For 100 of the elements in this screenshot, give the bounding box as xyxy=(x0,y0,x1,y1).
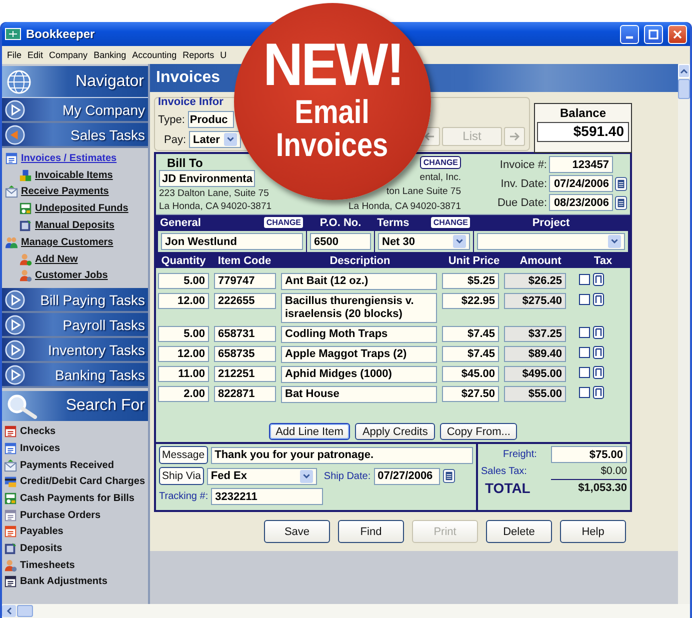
horizontal-scrollbar[interactable] xyxy=(2,604,690,618)
task-section-header[interactable]: Banking Tasks xyxy=(2,363,148,388)
task-link[interactable]: Invoicable Items xyxy=(35,170,113,181)
type-field[interactable]: Produc xyxy=(188,111,234,128)
menu-item[interactable]: Edit xyxy=(24,50,46,60)
vertical-scrollbar[interactable] xyxy=(678,64,690,604)
description-field[interactable]: Codling Moth Traps xyxy=(281,326,437,343)
description-field[interactable]: Bat House xyxy=(281,386,437,403)
task-link[interactable]: Customer Jobs xyxy=(35,270,108,282)
date-field[interactable]: 07/27/2006 xyxy=(374,468,440,484)
input-field[interactable]: Jon Westlund xyxy=(161,233,303,250)
tax-checkbox[interactable] xyxy=(579,294,590,305)
menu-item[interactable]: Reports xyxy=(180,50,218,60)
tax-checkbox[interactable] xyxy=(579,327,590,338)
maximize-button[interactable] xyxy=(644,24,663,44)
menu-item[interactable]: Company xyxy=(46,50,91,60)
task-section-header[interactable]: Sales Tasks xyxy=(2,123,148,148)
change-button[interactable]: CHANGE xyxy=(263,216,304,229)
search-link[interactable]: Timesheets xyxy=(20,560,75,571)
menu-item[interactable]: File xyxy=(4,50,25,60)
freight-field[interactable]: $75.00 xyxy=(551,446,627,463)
detail-icon[interactable] xyxy=(593,273,604,286)
task-section-header[interactable]: My Company xyxy=(2,98,148,123)
item-code-field[interactable]: 658735 xyxy=(214,346,276,362)
task-link[interactable]: Manage Customers xyxy=(21,236,114,248)
search-link[interactable]: Bank Adjustments xyxy=(20,576,108,588)
tax-checkbox[interactable] xyxy=(579,367,590,378)
ship-via-dropdown[interactable]: Fed Ex xyxy=(206,468,317,484)
search-link[interactable]: Cash Payments for Bills xyxy=(20,492,134,504)
change-button[interactable]: CHANGE xyxy=(420,156,461,169)
price-field[interactable]: $5.25 xyxy=(442,273,499,289)
detail-icon[interactable] xyxy=(593,293,604,306)
scroll-thumb[interactable] xyxy=(678,79,690,99)
quantity-field[interactable]: 2.00 xyxy=(158,386,209,402)
close-button[interactable] xyxy=(668,24,687,44)
menu-item[interactable]: Banking xyxy=(90,50,130,60)
search-link[interactable]: Checks xyxy=(20,426,56,438)
item-code-field[interactable]: 779747 xyxy=(214,273,276,289)
action-button[interactable]: Add Line Item xyxy=(268,423,350,440)
item-code-field[interactable]: 222655 xyxy=(214,293,276,309)
price-field[interactable]: $27.50 xyxy=(442,386,499,402)
search-link[interactable]: Payments Received xyxy=(20,460,114,471)
search-link[interactable]: Invoices xyxy=(20,442,60,454)
input-field[interactable]: 08/23/2006 xyxy=(549,194,613,211)
input-field[interactable]: 07/24/2006 xyxy=(549,175,613,192)
menu-item[interactable]: U xyxy=(217,50,230,60)
task-link[interactable]: Manual Deposits xyxy=(35,220,114,232)
quantity-field[interactable]: 5.00 xyxy=(158,326,209,342)
scroll-left-icon[interactable] xyxy=(6,607,12,615)
message-field[interactable]: Thank you for your patronage. xyxy=(210,446,473,464)
change-button[interactable]: CHANGE xyxy=(430,216,471,229)
task-section-header[interactable]: Payroll Tasks xyxy=(2,313,148,338)
search-link[interactable]: Deposits xyxy=(20,543,62,554)
input-field[interactable]: 123457 xyxy=(549,156,613,173)
description-field[interactable]: Aphid Midges (1000) xyxy=(281,366,437,383)
menu-item[interactable]: Accounting xyxy=(129,50,180,60)
search-link[interactable]: Credit/Debit Card Charges xyxy=(20,476,146,488)
scroll-thumb[interactable] xyxy=(17,605,33,617)
item-code-field[interactable]: 822871 xyxy=(214,386,276,402)
price-field[interactable]: $45.00 xyxy=(442,366,499,382)
tracking-field[interactable]: 3232211 xyxy=(211,488,324,505)
input-field[interactable]: 6500 xyxy=(310,233,371,250)
message-button[interactable]: Message xyxy=(159,446,208,464)
minimize-button[interactable] xyxy=(620,24,639,44)
price-field[interactable]: $22.95 xyxy=(442,293,499,309)
help-button[interactable]: Help xyxy=(560,520,626,543)
description-field[interactable]: Bacillus thurengiensis v. israelensis (20 blocks) xyxy=(281,293,437,323)
quantity-field[interactable]: 11.00 xyxy=(158,366,209,382)
tax-checkbox[interactable] xyxy=(579,347,590,358)
detail-icon[interactable] xyxy=(593,346,604,359)
description-field[interactable]: Ant Bait (12 oz.) xyxy=(281,273,437,290)
search-link[interactable]: Payables xyxy=(20,526,64,538)
price-field[interactable]: $7.45 xyxy=(442,346,499,362)
action-button[interactable]: Copy From... xyxy=(440,423,518,440)
dropdown-field[interactable]: Net 30 xyxy=(378,233,470,250)
ship-via-button[interactable]: Ship Via xyxy=(159,467,204,485)
calendar-icon[interactable] xyxy=(442,469,455,483)
save-button[interactable]: Save xyxy=(264,520,330,543)
calendar-icon[interactable] xyxy=(615,196,627,210)
search-link[interactable]: Purchase Orders xyxy=(20,510,101,521)
quantity-field[interactable]: 5.00 xyxy=(158,273,209,289)
quantity-field[interactable]: 12.00 xyxy=(158,293,209,309)
pay-dropdown[interactable]: Later xyxy=(189,131,242,148)
item-code-field[interactable]: 212251 xyxy=(214,366,276,382)
tax-checkbox[interactable] xyxy=(579,274,590,285)
task-link[interactable]: Receive Payments xyxy=(21,186,109,198)
delete-button[interactable]: Delete xyxy=(486,520,552,543)
dropdown-field[interactable] xyxy=(477,233,625,250)
detail-icon[interactable] xyxy=(593,366,604,379)
action-button[interactable]: Apply Credits xyxy=(355,423,435,440)
detail-icon[interactable] xyxy=(593,386,604,399)
scroll-up-icon[interactable] xyxy=(680,68,688,74)
calendar-icon[interactable] xyxy=(615,176,627,190)
find-button[interactable]: Find xyxy=(338,520,404,543)
customer-field[interactable]: JD Environmenta xyxy=(159,170,255,187)
task-section-header[interactable]: Bill Paying Tasks xyxy=(2,288,148,314)
task-link[interactable]: Add New xyxy=(35,254,78,265)
tax-checkbox[interactable] xyxy=(579,387,590,398)
task-link[interactable]: Invoices / Estimates xyxy=(21,152,117,164)
detail-icon[interactable] xyxy=(593,326,604,339)
